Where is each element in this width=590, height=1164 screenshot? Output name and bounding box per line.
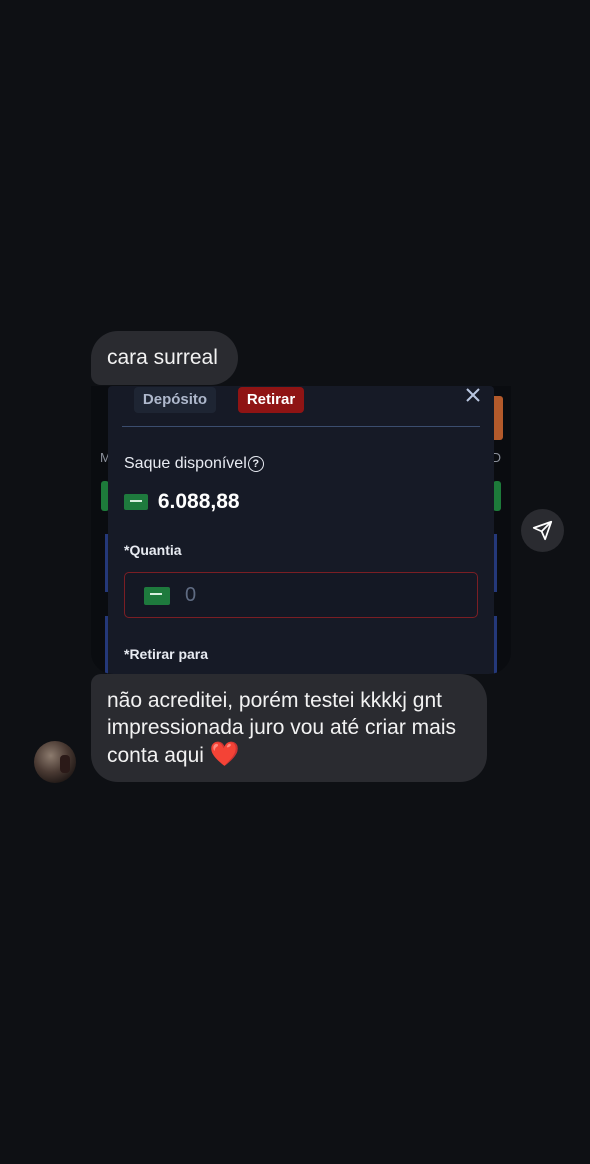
available-label: Saque disponível? [124, 455, 264, 473]
shared-screenshot[interactable]: M D Depósito Retirar Saque disponível? 6… [91, 386, 511, 674]
withdraw-modal: Depósito Retirar Saque disponível? 6.088… [105, 386, 497, 674]
message-bubble[interactable]: cara surreal [91, 331, 238, 385]
close-icon[interactable] [464, 386, 482, 404]
tab-withdraw[interactable]: Retirar [238, 387, 304, 413]
field-border [105, 616, 108, 674]
message-text: cara surreal [107, 346, 218, 369]
saudi-flag-icon [124, 494, 148, 511]
share-button[interactable] [521, 509, 564, 552]
available-label-text: Saque disponível [124, 455, 247, 472]
chat-screen: cara surreal M D Depósito Retirar Saque … [0, 0, 590, 1164]
message-text: não acreditei, porém testei kkkkj gnt im… [107, 689, 456, 767]
withdraw-to-label: *Retirar para [124, 646, 209, 662]
background-badge [493, 481, 501, 511]
avatar[interactable] [34, 741, 76, 783]
tab-deposit[interactable]: Depósito [134, 387, 216, 413]
send-icon [532, 520, 553, 541]
help-icon[interactable]: ? [247, 456, 264, 472]
field-border [494, 534, 497, 592]
amount-input[interactable]: 0 [124, 572, 478, 618]
amount-label: *Quantia [124, 542, 182, 558]
amount-value: 0 [185, 584, 197, 606]
tab-divider [122, 426, 480, 427]
field-border [494, 616, 497, 674]
field-border [105, 534, 108, 592]
message-bubble[interactable]: não acreditei, porém testei kkkkj gnt im… [91, 674, 487, 782]
heart-icon: ❤️ [209, 741, 240, 768]
balance-value: 6.088,88 [157, 490, 240, 513]
saudi-flag-icon [144, 587, 170, 605]
balance-display: 6.088,88 [124, 490, 240, 514]
